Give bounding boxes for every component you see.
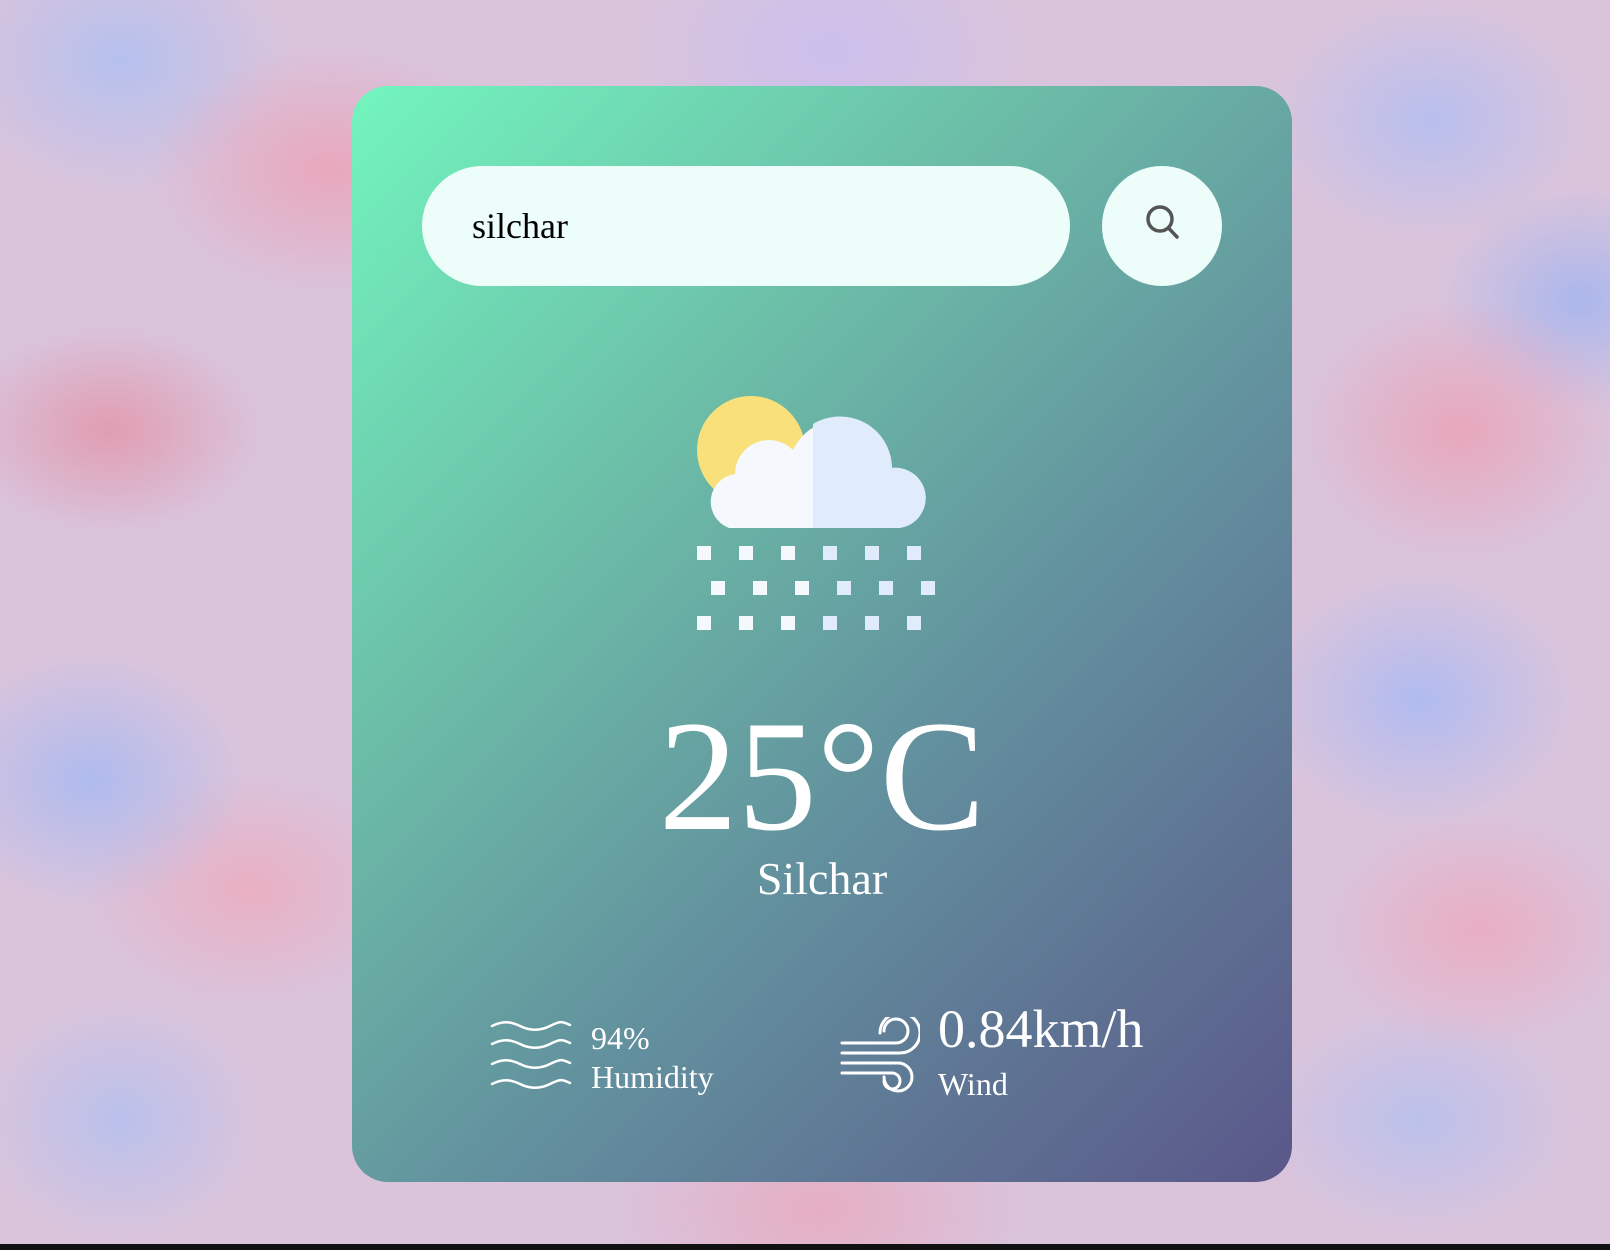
wind-value: 0.84km/h <box>938 999 1144 1059</box>
search-input[interactable] <box>472 166 1032 286</box>
wind-label: Wind <box>938 1066 1008 1102</box>
humidity-waves-icon <box>490 1020 572 1089</box>
wind-icon <box>840 1017 920 1093</box>
search-icon <box>1146 205 1179 239</box>
bottom-bar <box>0 1244 1610 1250</box>
weather-card: 25°C Silchar 94% Humidity 0.84km/h Wind <box>352 86 1292 1182</box>
temperature: 25°C <box>658 689 986 864</box>
humidity-value: 94% <box>591 1020 650 1056</box>
search-button[interactable] <box>1102 166 1222 286</box>
search-box <box>422 166 1070 286</box>
humidity-label: Humidity <box>591 1059 714 1095</box>
city-name: Silchar <box>756 853 888 904</box>
sun-cloud-snow-icon <box>697 396 935 630</box>
